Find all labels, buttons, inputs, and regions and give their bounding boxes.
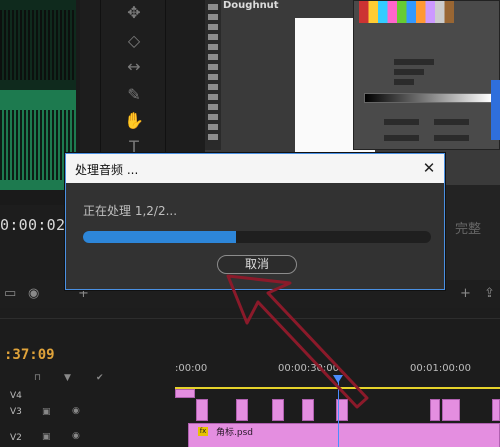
close-icon[interactable]: ✕ — [418, 157, 440, 179]
move-tool-icon[interactable]: ✥ — [123, 2, 145, 24]
ps-field[interactable] — [434, 119, 469, 125]
done-label: 完整 — [455, 222, 482, 237]
camera-icon[interactable]: ◉ — [28, 286, 39, 301]
progress-bar — [83, 231, 431, 243]
ps-tool-icon[interactable] — [208, 24, 218, 30]
wrench-icon[interactable]: ✔ — [96, 373, 104, 383]
ps-tool-icon[interactable] — [208, 84, 218, 90]
timeline-clip[interactable] — [272, 399, 284, 421]
ps-scroll-accent — [491, 80, 500, 140]
ps-gradient-panel — [353, 0, 500, 150]
timeline-clip[interactable] — [492, 399, 500, 421]
ps-tool-icon[interactable] — [208, 114, 218, 120]
timeline-timecode[interactable]: :37:09 — [4, 347, 55, 363]
process-audio-dialog: 处理音频 ... ✕ 正在处理 1,2/2... 取消 — [65, 153, 445, 290]
timeline-clip[interactable] — [175, 389, 195, 398]
ps-tool-icon[interactable] — [208, 94, 218, 100]
snap-icon[interactable]: ⊓ — [34, 373, 41, 383]
pen-tool-icon[interactable]: ✎ — [123, 84, 145, 106]
ps-tool-icon[interactable] — [208, 54, 218, 60]
timeline-clip[interactable] — [302, 399, 314, 421]
ps-tool-icon[interactable] — [208, 74, 218, 80]
timeline-clip[interactable] — [430, 399, 440, 421]
ps-toolbar — [205, 0, 221, 150]
ruler-label: 00:00:30:00 — [278, 363, 340, 374]
ps-tool-icon[interactable] — [208, 44, 218, 50]
export-frame-icon[interactable]: ▭ — [4, 286, 16, 301]
hand-tool-icon[interactable]: ✋ — [123, 110, 145, 132]
ps-field[interactable] — [394, 79, 414, 85]
ps-document-title: Doughnut — [223, 0, 279, 11]
add-button-icon[interactable]: + — [460, 286, 471, 301]
ps-tool-icon[interactable] — [208, 4, 218, 10]
processing-status: 正在处理 1,2/2... — [83, 204, 178, 218]
ps-tool-icon[interactable] — [208, 104, 218, 110]
track-eye-icon[interactable]: ◉ — [72, 431, 80, 441]
track-label-v4: V4 — [10, 391, 22, 401]
razor-tool-icon[interactable]: ◇ — [123, 30, 145, 52]
ruler-label: 00:01:00:00 — [410, 363, 472, 374]
cancel-button[interactable]: 取消 — [217, 255, 297, 274]
timeline-clip[interactable] — [442, 399, 460, 421]
track-label-v3: V3 — [10, 407, 22, 417]
ps-tool-icon[interactable] — [208, 64, 218, 70]
timeline-clip[interactable] — [196, 399, 208, 421]
ps-field[interactable] — [384, 119, 419, 125]
ps-field[interactable] — [434, 135, 469, 141]
dialog-title: 处理音频 ... — [75, 163, 139, 177]
track-lock-icon[interactable]: ▣ — [42, 432, 51, 442]
ps-tool-icon[interactable] — [208, 134, 218, 140]
ruler-label: :00:00 — [175, 363, 208, 374]
marker-icon[interactable]: ▼ — [64, 373, 71, 383]
fx-badge: fx — [198, 427, 208, 436]
dialog-titlebar: 处理音频 ... ✕ — [66, 154, 444, 183]
ps-tool-icon[interactable] — [208, 14, 218, 20]
export-icon[interactable]: ⇪ — [484, 286, 495, 301]
ps-tool-icon[interactable] — [208, 34, 218, 40]
ps-tool-icon[interactable] — [208, 124, 218, 130]
ps-field[interactable] — [394, 69, 424, 75]
gradient-swatches[interactable] — [359, 1, 454, 23]
slip-tool-icon[interactable]: ↔ — [123, 56, 145, 78]
track-label-v2: V2 — [10, 433, 22, 443]
track-lock-icon[interactable]: ▣ — [42, 407, 51, 417]
track-eye-icon[interactable]: ◉ — [72, 406, 80, 416]
waveform-1 — [0, 10, 76, 80]
progress-fill — [83, 231, 237, 243]
timeline-clip[interactable] — [236, 399, 248, 421]
clip-name: 角标.psd — [216, 428, 253, 438]
ps-field[interactable] — [394, 59, 434, 65]
gradient-bar[interactable] — [364, 93, 492, 103]
timeline-panel: :37:09 :00:00 00:00:30:00 00:01:00:00 ⊓ … — [0, 318, 500, 447]
playhead[interactable] — [338, 375, 339, 447]
ps-field[interactable] — [384, 135, 419, 141]
